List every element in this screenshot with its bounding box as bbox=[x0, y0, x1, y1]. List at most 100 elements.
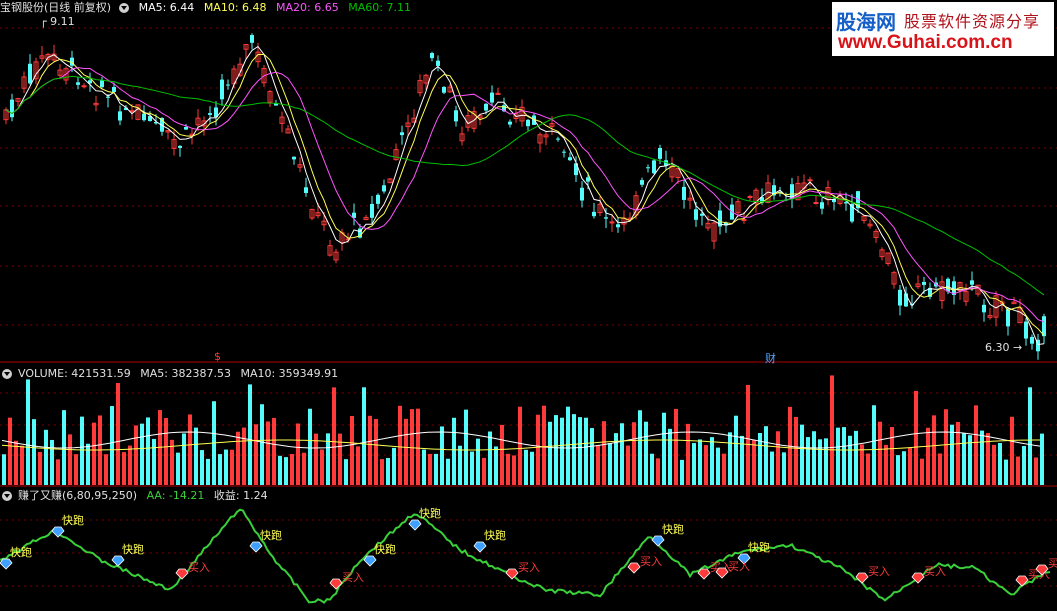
volume-bar bbox=[716, 447, 720, 485]
volume-bar bbox=[1022, 446, 1026, 485]
volume-bar bbox=[32, 419, 36, 485]
low-price-label: 6.30 → bbox=[985, 341, 1023, 354]
volume-bar bbox=[242, 427, 246, 485]
volume-bar bbox=[632, 422, 636, 485]
volume-bar bbox=[818, 439, 822, 485]
candle bbox=[1024, 321, 1028, 339]
sell-signal-icon bbox=[408, 519, 422, 531]
volume-bar bbox=[110, 406, 114, 485]
volume-bar bbox=[602, 421, 606, 485]
volume-bar bbox=[554, 415, 558, 485]
event-marker-right[interactable]: 财 bbox=[765, 350, 776, 366]
volume-bar bbox=[674, 408, 678, 485]
candle bbox=[604, 217, 608, 219]
candle bbox=[10, 99, 14, 118]
volume-bar bbox=[740, 435, 744, 485]
buy-signal-icon bbox=[697, 568, 711, 580]
volume-bar bbox=[1034, 457, 1038, 485]
sell-signal-icon bbox=[473, 541, 487, 553]
volume-bar bbox=[146, 417, 150, 485]
volume-bar bbox=[938, 453, 942, 485]
volume-bar bbox=[962, 433, 966, 485]
volume-bar bbox=[44, 429, 48, 485]
volume-bar bbox=[626, 445, 630, 485]
volume-bar bbox=[470, 451, 474, 485]
candle bbox=[208, 113, 212, 115]
volume-bar bbox=[320, 449, 324, 485]
volume-bar bbox=[728, 432, 732, 485]
candle bbox=[898, 289, 902, 306]
volume-bar bbox=[1028, 387, 1032, 485]
stock-chart[interactable]: 快跑快跑快跑快跑快跑快跑快跑快跑快跑买入买入买入买入买入买入买入买入买入买入 bbox=[0, 0, 1057, 611]
volume-bar bbox=[506, 453, 510, 485]
candle bbox=[484, 103, 488, 111]
volume-bar bbox=[806, 437, 810, 485]
volume-bar bbox=[488, 431, 492, 485]
volume-bar bbox=[842, 427, 846, 485]
volume-bar bbox=[26, 379, 30, 485]
volume-bar bbox=[416, 408, 420, 485]
volume-bar bbox=[116, 382, 120, 485]
volume-bar bbox=[374, 419, 378, 485]
volume-bar bbox=[866, 453, 870, 485]
volume-bar bbox=[638, 410, 642, 485]
volume-bar bbox=[560, 417, 564, 485]
volume-bar bbox=[884, 444, 888, 485]
volume-bar bbox=[380, 459, 384, 485]
buy-signal-icon bbox=[175, 568, 189, 580]
volume-bar bbox=[794, 416, 798, 485]
buy-signal-label: 买入 bbox=[342, 571, 364, 584]
volume-bar bbox=[476, 438, 480, 485]
candle bbox=[580, 187, 584, 201]
candle bbox=[76, 82, 80, 85]
candle bbox=[609, 221, 615, 224]
volume-bar bbox=[248, 384, 252, 485]
buy-signal-label: 买入 bbox=[868, 565, 890, 578]
volume-bar bbox=[764, 426, 768, 485]
volume-bar bbox=[296, 423, 300, 485]
volume-bar bbox=[254, 424, 258, 485]
sell-signal-label: 快跑 bbox=[662, 522, 684, 536]
volume-bar bbox=[272, 417, 276, 485]
volume-bar bbox=[650, 453, 654, 485]
volume-bar bbox=[194, 427, 198, 485]
volume-bar bbox=[566, 406, 570, 485]
volume-bar bbox=[644, 421, 648, 485]
volume-bar bbox=[812, 431, 816, 485]
volume-bar bbox=[152, 438, 156, 485]
buy-signal-icon bbox=[715, 567, 729, 579]
candle bbox=[250, 35, 254, 43]
volume-bar bbox=[548, 421, 552, 485]
candle bbox=[820, 202, 824, 209]
volume-bar bbox=[494, 446, 498, 485]
volume-bar bbox=[422, 449, 426, 485]
sell-signal-icon bbox=[111, 555, 125, 567]
buy-signal-label: 买入 bbox=[188, 561, 210, 574]
volume-bar bbox=[542, 405, 546, 485]
volume-bar bbox=[404, 418, 408, 485]
candle bbox=[747, 195, 753, 198]
candle bbox=[652, 160, 656, 174]
volume-bar bbox=[986, 433, 990, 485]
candle bbox=[400, 132, 404, 136]
watermark-url: www.Guhai.com.cn bbox=[838, 32, 1013, 53]
volume-bar bbox=[800, 424, 804, 485]
volume-bar bbox=[14, 440, 18, 485]
volume-bar bbox=[680, 459, 684, 485]
watermark-slogan: 股票软件资源分享 bbox=[904, 12, 1041, 31]
volume-bar bbox=[218, 454, 222, 485]
volume-bar bbox=[596, 445, 600, 485]
volume-bar bbox=[182, 433, 186, 485]
volume-bar bbox=[134, 425, 138, 485]
candle bbox=[142, 113, 146, 121]
sell-signal-label: 快跑 bbox=[62, 513, 84, 527]
volume-bar bbox=[458, 445, 462, 485]
volume-bar bbox=[512, 455, 516, 485]
volume-bar bbox=[392, 447, 396, 485]
volume-bar bbox=[956, 421, 960, 485]
sell-signal-icon bbox=[0, 558, 13, 570]
buy-signal-label: 买入 bbox=[640, 555, 662, 568]
volume-bar bbox=[920, 458, 924, 485]
event-marker-left[interactable]: $ bbox=[214, 350, 221, 363]
candle bbox=[430, 53, 434, 59]
